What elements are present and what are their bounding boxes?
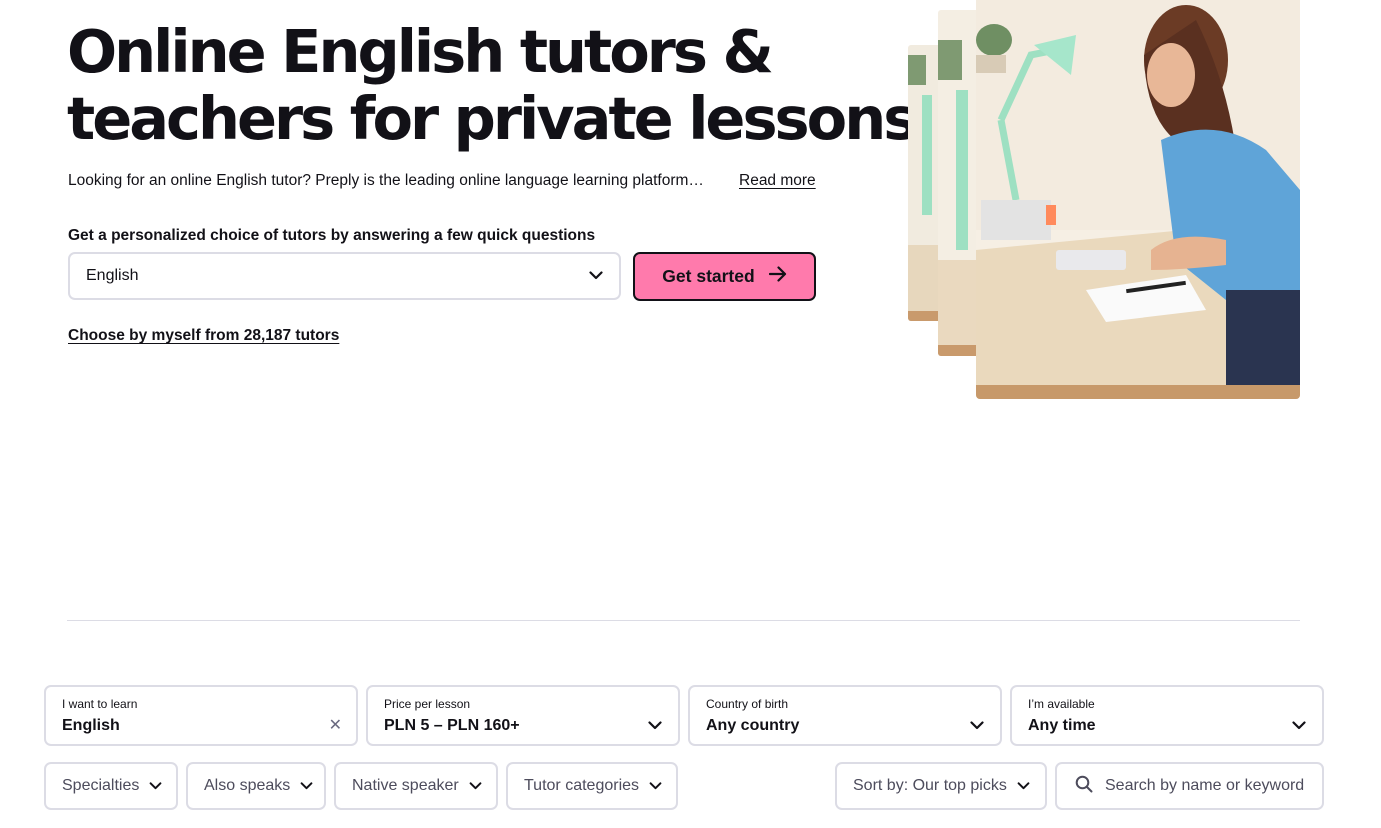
hero-description: Looking for an online English tutor? Pre… [68,171,828,191]
filter-subject-label: I want to learn [62,697,138,711]
page-title-line-1: Online English tutors & [67,17,774,86]
get-started-label: Get started [662,266,755,286]
tutor-categories-dropdown[interactable]: Tutor categories [506,762,678,810]
filter-subject[interactable]: I want to learn English ✕ [44,685,358,746]
native-speaker-dropdown[interactable]: Native speaker [334,762,498,810]
get-started-button[interactable]: Get started [633,252,816,301]
chevron-down-icon [649,777,662,795]
sort-dropdown[interactable]: Sort by: Our top picks [835,762,1047,810]
close-icon[interactable]: ✕ [329,715,342,735]
native-speaker-label: Native speaker [352,777,459,794]
search-input[interactable] [1105,777,1315,795]
filter-availability-value: Any time [1028,717,1096,734]
quiz-label: Get a personalized choice of tutors by a… [68,227,596,244]
chevron-down-icon [300,777,313,795]
choose-tutors-link[interactable]: Choose by myself from 28,187 tutors [68,327,339,345]
tutor-categories-label: Tutor categories [524,777,640,794]
chevron-down-icon [1292,717,1306,735]
chevron-down-icon [469,777,482,795]
sort-label: Sort by: Our top picks [853,777,1007,794]
hero-photo-tutor [976,0,1300,399]
filter-availability-label: I’m available [1028,697,1095,711]
search-icon [1075,775,1093,798]
arrow-right-icon [768,266,787,287]
chevron-down-icon [589,267,603,285]
filter-availability[interactable]: I’m available Any time [1010,685,1324,746]
language-select[interactable]: English [68,252,621,300]
chevron-down-icon [149,777,162,795]
filter-subject-value: English [62,717,120,734]
filter-country-label: Country of birth [706,697,789,711]
also-speaks-label: Also speaks [204,777,291,794]
chevron-down-icon [648,717,662,735]
specialties-label: Specialties [62,777,140,794]
chevron-down-icon [1017,777,1030,795]
specialties-dropdown[interactable]: Specialties [44,762,178,810]
page-title-line-2: teachers for private lessons [67,84,918,153]
language-select-value: English [86,267,139,284]
filter-country[interactable]: Country of birth Any country [688,685,1002,746]
hero-description-text: Looking for an online English tutor? Pre… [68,172,704,189]
tutor-search[interactable] [1055,762,1324,810]
page-title: Online English tutors & teachers for pri… [67,17,918,153]
filter-price-value: PLN 5 – PLN 160+ [384,717,520,734]
read-more-link[interactable]: Read more [739,171,816,191]
filter-price[interactable]: Price per lesson PLN 5 – PLN 160+ [366,685,680,746]
filter-price-label: Price per lesson [384,697,471,711]
chevron-down-icon [970,717,984,735]
filter-country-value: Any country [706,717,800,734]
section-divider [67,620,1300,621]
also-speaks-dropdown[interactable]: Also speaks [186,762,326,810]
